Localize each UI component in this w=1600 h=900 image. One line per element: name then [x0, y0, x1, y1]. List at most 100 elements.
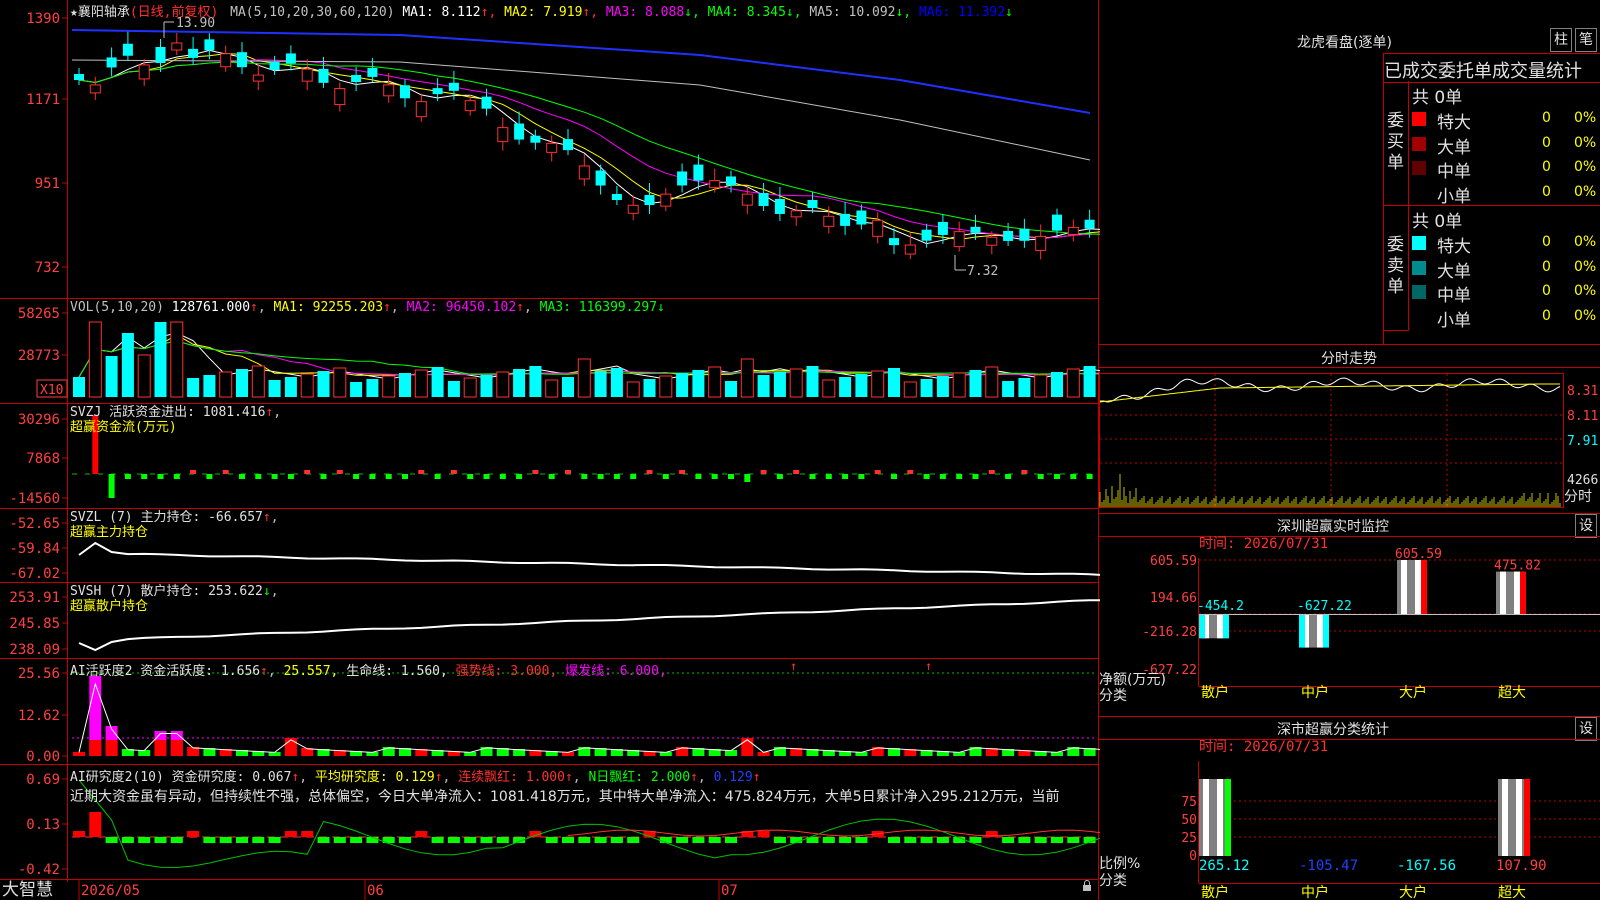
stock-name: 襄阳轴承	[77, 5, 130, 20]
ai-research-bar	[366, 837, 379, 843]
ai-research-bar	[627, 837, 640, 843]
ai-research-bar	[203, 837, 216, 843]
ai-active-ytick: 25.56	[18, 666, 60, 682]
favorite-star-icon[interactable]: ★	[70, 5, 78, 20]
vol-label: VOL(5,10,20)	[70, 300, 164, 315]
ma-indicator: MA4: 8.345	[699, 5, 786, 20]
main-ytick: 1171	[26, 92, 60, 108]
svzj-bar	[271, 474, 278, 479]
vol-ytick: 28773	[18, 348, 60, 364]
order-total: 共 0单	[1412, 88, 1463, 108]
candle-body	[611, 193, 622, 200]
ma-indicator: MA3: 8.088	[598, 5, 685, 20]
date-labels: 2026/05 06 07	[81, 883, 738, 899]
pillar-button[interactable]: 柱	[1550, 28, 1572, 52]
volume-bar	[594, 371, 607, 397]
candle-body	[415, 101, 427, 118]
volume-bar	[855, 374, 868, 397]
ai-research-v3: 连续飘红: 1.000	[458, 770, 565, 785]
ai-research-v2: 平均研究度: 0.129	[314, 770, 435, 785]
candle-body	[334, 88, 346, 106]
dragon-tiger-title: 龙虎看盘(逐单)	[1297, 35, 1392, 51]
chart-period[interactable]: (日线,前复权)	[130, 5, 218, 20]
pen-button[interactable]: 笔	[1575, 28, 1597, 52]
ai-research-title: AI研究度2(10) 资金研究度: 0.067↑, 平均研究度: 0.129↑,…	[70, 770, 761, 785]
dragon-tiger-header-box: 已成交委托单成交量统计	[1383, 53, 1600, 83]
svzj-bar	[858, 474, 865, 479]
candle-body	[497, 127, 509, 143]
sz-bar-highlight	[1500, 571, 1506, 614]
candle-body	[204, 39, 215, 51]
ma-indicators: MA1: 8.112↑, MA2: 7.919↑, MA3: 8.088↓, M…	[402, 5, 1013, 20]
svsh-title: SVSH (7) 散户持仓: 253.622↓, 超赢散户持仓	[70, 584, 279, 614]
ai-active-bar	[154, 740, 167, 756]
sz-bar-label: -454.2	[1197, 599, 1244, 614]
sz-bar-edge	[1299, 614, 1305, 648]
candlesticks[interactable]	[74, 31, 1100, 260]
volume-bar	[1034, 374, 1048, 398]
sz-monitor-chart: 时间: 2026/07/31 605.59 194.66 -216.28 -62…	[1099, 536, 1600, 704]
sz-category-ytick: 0	[1189, 849, 1197, 864]
svzj-bar	[516, 474, 523, 479]
volume-bar	[1066, 368, 1080, 398]
candle-body	[627, 204, 639, 214]
chart-canvas[interactable]: 1390 1171 951 732 58265 28773 30296 7868…	[0, 0, 1100, 900]
volume-bar	[496, 371, 510, 398]
ai-research-bar	[545, 837, 558, 843]
candle-body	[448, 82, 459, 91]
order-size-label: 中单	[1437, 162, 1471, 182]
panel-borders	[0, 0, 1099, 900]
volume-bar	[236, 369, 248, 397]
svzj-bar	[1086, 474, 1093, 479]
order-percent: 0%	[1574, 110, 1597, 126]
ai-research-bar	[301, 831, 314, 837]
volume-bar	[806, 366, 819, 397]
sz-category-ytick: 75	[1181, 795, 1197, 810]
order-size-label: 大单	[1437, 261, 1471, 282]
volume-bar	[529, 366, 542, 397]
ai-research-bar	[757, 831, 770, 837]
sz-bar-highlight	[1217, 614, 1223, 639]
sz-bar-label: 475.82	[1494, 559, 1541, 574]
svzj-bar	[369, 474, 376, 479]
svzj-bar	[141, 474, 148, 479]
ai-arrows: ↑ ↑	[790, 659, 932, 673]
svzj-bar	[336, 470, 343, 474]
svzj-bar	[728, 474, 734, 479]
svzj-bar	[972, 474, 979, 479]
ai-research-bar	[1051, 837, 1063, 843]
candle-body	[726, 176, 736, 186]
candle-body	[351, 75, 362, 83]
ai-active-bars	[73, 676, 1100, 756]
ai-research-bar	[855, 837, 868, 843]
order-count: 0	[1542, 110, 1551, 126]
sz-category-ytick: 25	[1181, 831, 1197, 846]
sz-monitor-panel: 深圳超赢实时监控 设 时间: 2026/07/31 605.59 194.66 …	[1099, 514, 1600, 717]
ai-research-bar	[839, 837, 852, 843]
svzj-bar	[385, 474, 392, 479]
candle-body	[383, 84, 395, 97]
volume-bar	[268, 380, 281, 397]
ai-research-bar	[1067, 837, 1080, 843]
volume-bar	[300, 373, 314, 398]
ai-research-bar	[464, 837, 477, 843]
ma-line	[78, 53, 1100, 241]
ai-research-bar	[73, 831, 85, 837]
volume-bar	[676, 373, 689, 397]
order-size-label: 中单	[1437, 286, 1471, 306]
candle-body	[790, 210, 802, 218]
vol-ma1: MA1: 92255.203	[273, 300, 384, 315]
candle-body	[301, 68, 313, 82]
svzl-line	[78, 541, 1100, 576]
svzj-bar	[988, 470, 995, 474]
sz-monitor-ytick: -216.28	[1142, 625, 1197, 640]
svzj-bar	[939, 474, 946, 479]
intraday-chart[interactable]: 8.31 8.11 7.91 4266 分时	[1099, 345, 1600, 513]
candle-body	[856, 210, 867, 225]
ai-research-bar	[431, 837, 444, 843]
ai-research-bars	[73, 812, 1100, 843]
svzj-bar	[923, 474, 930, 479]
svzj-bar	[613, 474, 620, 479]
main-ytick: 1390	[26, 11, 60, 27]
ai-research-ytick: 0.69	[26, 772, 60, 788]
